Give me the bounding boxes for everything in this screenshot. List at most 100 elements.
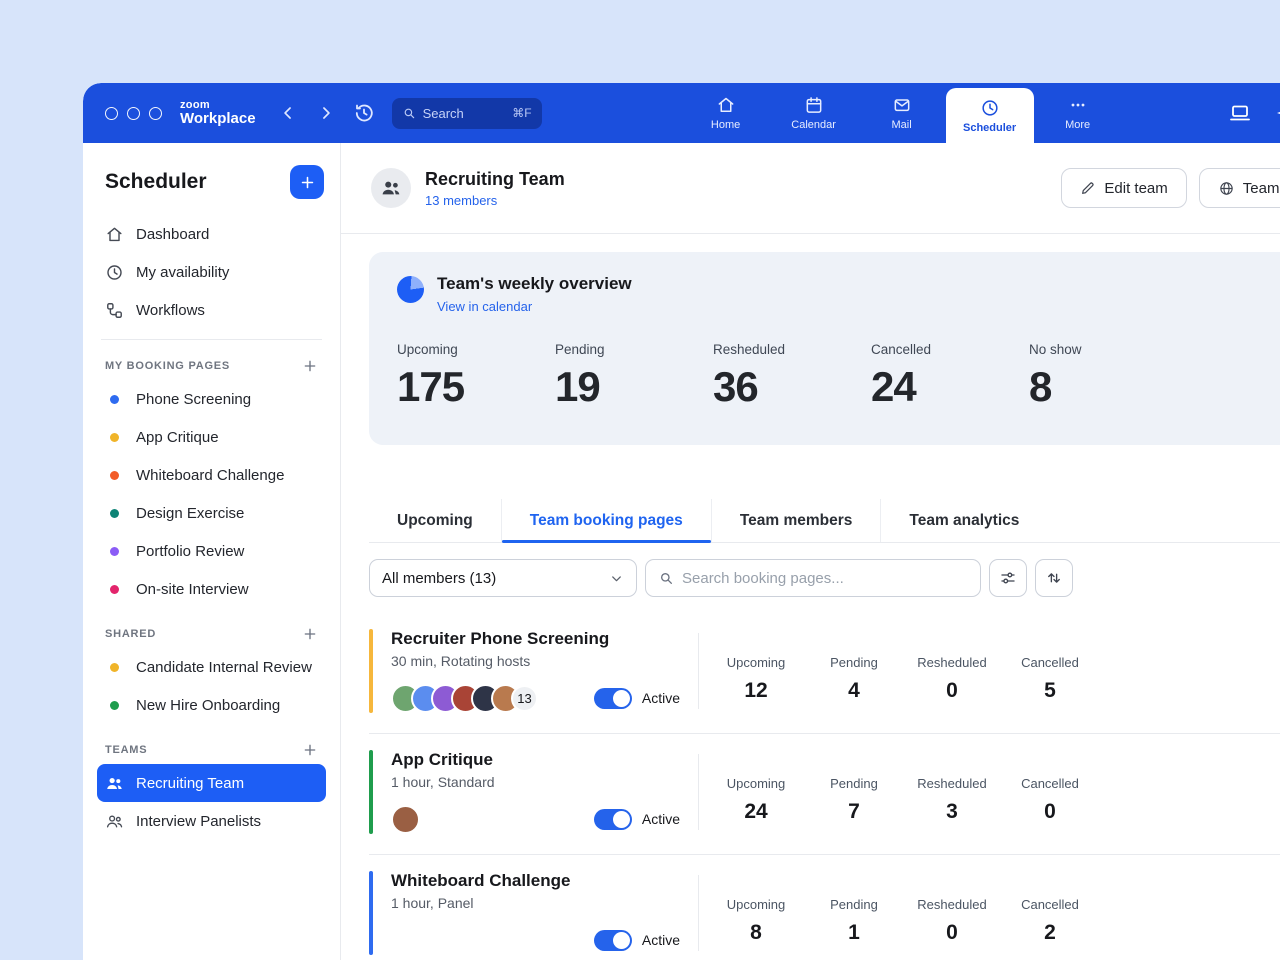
- divider: [101, 339, 322, 340]
- nav-label: Scheduler: [963, 122, 1016, 134]
- nav-mail[interactable]: Mail: [858, 83, 946, 143]
- filter-row: All members (13): [369, 559, 1280, 597]
- stat-upcoming: Upcoming 24: [707, 776, 805, 830]
- sidebar-item-my-availability[interactable]: My availability: [97, 253, 326, 291]
- filter-button[interactable]: [989, 559, 1027, 597]
- sidebar-item-dashboard[interactable]: Dashboard: [97, 215, 326, 253]
- window-control-dot[interactable]: [149, 107, 162, 120]
- booking-page-card-whiteboard-challenge: Whiteboard Challenge 1 hour, Panel Activ…: [369, 855, 1280, 960]
- section-shared: SHARED: [97, 626, 326, 642]
- stat-value: 0: [1044, 800, 1056, 824]
- plus-icon[interactable]: [302, 358, 318, 374]
- sidebar-item-label: App Critique: [136, 429, 219, 446]
- active-toggle[interactable]: Active: [594, 688, 680, 709]
- sidebar-item-portfolio-review[interactable]: Portfolio Review: [97, 532, 326, 570]
- team-avatar: [371, 168, 411, 208]
- pencil-icon: [1080, 180, 1096, 196]
- nav-scheduler[interactable]: Scheduler: [946, 88, 1034, 143]
- window-control-dot[interactable]: [105, 107, 118, 120]
- section-my-booking-pages: MY BOOKING PAGES: [97, 358, 326, 374]
- stat-value: 12: [744, 679, 767, 703]
- nav-label: More: [1065, 119, 1090, 131]
- sidebar-item-design-exercise[interactable]: Design Exercise: [97, 494, 326, 532]
- stat-resheduled: Resheduled 3: [903, 776, 1001, 830]
- tab-upcoming[interactable]: Upcoming: [369, 499, 501, 542]
- color-dot-icon: [105, 547, 124, 556]
- stat-upcoming: Upcoming 175: [397, 342, 555, 409]
- booking-pages-search[interactable]: [645, 559, 981, 597]
- page-title: Recruiting Team: [425, 169, 565, 190]
- forward-button[interactable]: [314, 101, 338, 125]
- sidebar-item-label: Phone Screening: [136, 391, 251, 408]
- color-dot-icon: [105, 701, 124, 710]
- color-dot-icon: [105, 509, 124, 518]
- sidebar-item-phone-screening[interactable]: Phone Screening: [97, 380, 326, 418]
- sidebar-item-candidate-internal-review[interactable]: Candidate Internal Review: [97, 648, 326, 686]
- sidebar-item-workflows[interactable]: Workflows: [97, 291, 326, 329]
- booking-pages-list: Recruiter Phone Screening 30 min, Rotati…: [369, 613, 1280, 960]
- stat-resheduled: Resheduled 0: [903, 897, 1001, 951]
- active-toggle[interactable]: Active: [594, 809, 680, 830]
- nav-calendar[interactable]: Calendar: [770, 83, 858, 143]
- create-button[interactable]: [290, 165, 324, 199]
- stat-value: 7: [848, 800, 860, 824]
- global-search[interactable]: ⌘F: [392, 98, 542, 129]
- members-dropdown[interactable]: All members (13): [369, 559, 637, 597]
- nav-label: Home: [711, 119, 740, 131]
- booking-pages-search-input[interactable]: [682, 570, 968, 587]
- tab-team-members[interactable]: Team members: [711, 499, 881, 542]
- member-avatars[interactable]: 13: [391, 684, 538, 713]
- edit-team-button[interactable]: Edit team: [1061, 168, 1186, 208]
- sidebar-item-app-critique[interactable]: App Critique: [97, 418, 326, 456]
- toggle-switch[interactable]: [594, 809, 632, 830]
- toggle-switch[interactable]: [594, 930, 632, 951]
- sidebar-item-label: New Hire Onboarding: [136, 697, 280, 714]
- overview-stats: Upcoming 175 Pending 19 Resheduled 36 Ca…: [397, 342, 1280, 409]
- chevron-down-icon: [609, 571, 624, 586]
- stat-cancelled: Cancelled 5: [1001, 655, 1099, 709]
- stat-value: 4: [848, 679, 860, 703]
- nav-more[interactable]: More: [1034, 83, 1122, 143]
- members-count-link[interactable]: 13 members: [425, 193, 565, 208]
- color-dot-icon: [105, 585, 124, 594]
- stat-label: Upcoming: [727, 655, 786, 670]
- sidebar-item-new-hire-onboarding[interactable]: New Hire Onboarding: [97, 686, 326, 724]
- sidebar-item-whiteboard-challenge[interactable]: Whiteboard Challenge: [97, 456, 326, 494]
- booking-page-subtitle: 1 hour, Standard: [391, 774, 698, 790]
- search-input[interactable]: [423, 106, 506, 121]
- sidebar-item-recruiting-team[interactable]: Recruiting Team: [97, 764, 326, 802]
- plus-icon[interactable]: [302, 742, 318, 758]
- member-avatars[interactable]: [391, 805, 420, 834]
- history-icon[interactable]: [352, 101, 376, 125]
- sidebar-item-onsite-interview[interactable]: On-site Interview: [97, 570, 326, 608]
- tab-team-booking-pages[interactable]: Team booking pages: [501, 499, 711, 542]
- stat-value: 1: [848, 921, 860, 945]
- topbar: zoom Workplace ⌘F Home Calendar: [83, 83, 1280, 143]
- nav-home[interactable]: Home: [682, 83, 770, 143]
- window-controls[interactable]: [105, 107, 162, 120]
- stat-cancelled: Cancelled 24: [871, 342, 1029, 409]
- stat-value: 24: [744, 800, 767, 824]
- back-button[interactable]: [276, 101, 300, 125]
- devices-icon[interactable]: [1228, 101, 1252, 125]
- stat-pending: Pending 7: [805, 776, 903, 830]
- sort-button[interactable]: [1035, 559, 1073, 597]
- stat-label: No show: [1029, 342, 1187, 357]
- stat-value: 5: [1044, 679, 1056, 703]
- ai-companion-icon[interactable]: [1274, 101, 1280, 125]
- tab-team-analytics[interactable]: Team analytics: [880, 499, 1047, 542]
- sidebar-item-interview-panelists[interactable]: Interview Panelists: [97, 802, 326, 840]
- globe-icon: [1218, 180, 1235, 197]
- active-toggle[interactable]: Active: [594, 930, 680, 951]
- sidebar-item-label: Workflows: [136, 302, 205, 319]
- app-window: zoom Workplace ⌘F Home Calendar: [83, 83, 1280, 960]
- stat-value: 24: [871, 365, 1029, 409]
- window-control-dot[interactable]: [127, 107, 140, 120]
- view-in-calendar-link[interactable]: View in calendar: [437, 299, 632, 314]
- card-stats: Upcoming 12 Pending 4 Resheduled 0 Can: [698, 633, 1099, 709]
- plus-icon[interactable]: [302, 626, 318, 642]
- toggle-switch[interactable]: [594, 688, 632, 709]
- team-page-button[interactable]: Team page: [1199, 168, 1280, 208]
- main-content: Recruiting Team 13 members Edit team Tea…: [341, 143, 1280, 960]
- card-stats: Upcoming 8 Pending 1 Resheduled 0 Canc: [698, 875, 1099, 951]
